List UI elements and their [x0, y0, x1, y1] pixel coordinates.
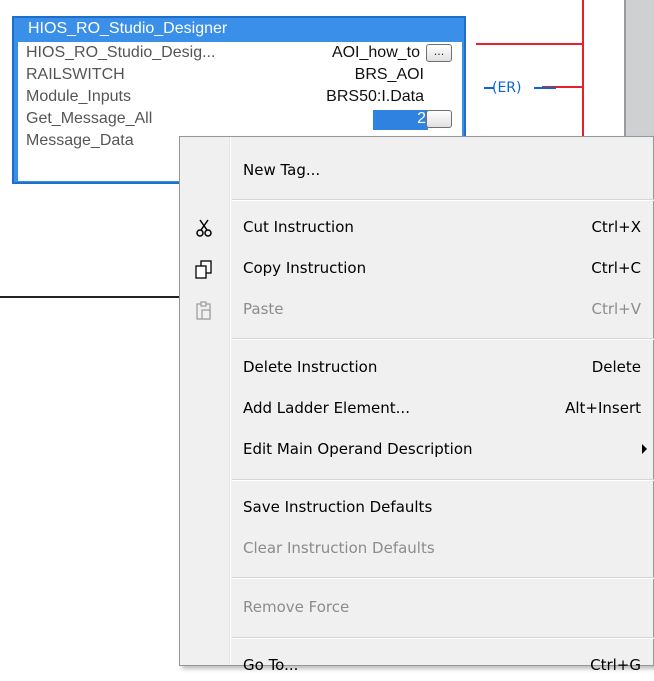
- menu-item-remove-force[interactable]: Remove Force: [180, 593, 654, 623]
- browse-button[interactable]: ...: [426, 44, 452, 62]
- menu-item-copy-instruction[interactable]: Copy Instruction Ctrl+C: [180, 254, 654, 284]
- aoi-row-label: Module_Inputs: [26, 88, 131, 105]
- menu-item-add-ladder-element[interactable]: Add Ladder Element... Alt+Insert: [180, 394, 654, 424]
- menu-item-shortcut: Ctrl+X: [591, 218, 641, 236]
- aoi-row-label: Get_Message_All: [26, 110, 153, 127]
- aoi-row-label: Message_Data: [26, 132, 134, 149]
- submenu-arrow-icon: [642, 444, 647, 454]
- menu-separator: [232, 637, 654, 639]
- menu-separator: [232, 479, 654, 481]
- menu-item-label: Copy Instruction: [243, 259, 367, 277]
- menu-item-label: Paste: [243, 300, 284, 318]
- menu-separator: [232, 199, 654, 201]
- menu-item-shortcut: Ctrl+G: [590, 656, 641, 674]
- menu-item-shortcut: Alt+Insert: [565, 399, 641, 417]
- context-menu: New Tag... Cut Instruction Ctrl+X Copy I…: [179, 136, 654, 674]
- browse-button[interactable]: [426, 110, 452, 128]
- output-coil-er[interactable]: (ER): [484, 75, 556, 101]
- menu-item-clear-instruction-defaults[interactable]: Clear Instruction Defaults: [180, 534, 654, 564]
- menu-item-cut-instruction[interactable]: Cut Instruction Ctrl+X: [180, 213, 654, 243]
- aoi-row-value[interactable]: 2: [417, 108, 426, 130]
- copy-icon: [193, 258, 215, 280]
- aoi-row-value[interactable]: BRS_AOI: [355, 64, 424, 86]
- menu-item-edit-main-operand-description[interactable]: Edit Main Operand Description: [180, 435, 654, 465]
- menu-separator: [232, 338, 654, 340]
- rung-wire-lower: [0, 296, 180, 298]
- menu-item-label: Edit Main Operand Description: [243, 440, 473, 458]
- right-scroll-strip: [624, 0, 654, 145]
- menu-item-label: Save Instruction Defaults: [243, 498, 433, 516]
- menu-separator: [232, 577, 654, 579]
- menu-item-delete-instruction[interactable]: Delete Instruction Delete: [180, 353, 654, 383]
- menu-item-shortcut: Ctrl+C: [591, 259, 641, 277]
- menu-item-label: Add Ladder Element...: [243, 399, 410, 417]
- aoi-row-value[interactable]: AOI_how_to: [332, 42, 420, 64]
- menu-item-label: Delete Instruction: [243, 358, 378, 376]
- power-rail-right: [582, 0, 584, 145]
- aoi-row-label: RAILSWITCH: [26, 66, 125, 83]
- menu-item-label: Go To...: [243, 656, 299, 674]
- menu-item-shortcut: Delete: [591, 358, 641, 376]
- aoi-title: HIOS_RO_Studio_Designer: [28, 20, 228, 37]
- aoi-row-value[interactable]: BRS50:I.Data: [326, 86, 424, 108]
- menu-item-new-tag[interactable]: New Tag...: [180, 156, 654, 186]
- coil-label: (ER): [492, 80, 522, 96]
- rung-wire-top: [476, 43, 584, 45]
- menu-item-label: New Tag...: [243, 161, 321, 179]
- menu-item-go-to[interactable]: Go To... Ctrl+G: [180, 651, 654, 681]
- menu-item-paste[interactable]: Paste Ctrl+V: [180, 295, 654, 325]
- coil-wire-right: [534, 87, 556, 89]
- menu-item-shortcut: Ctrl+V: [591, 300, 641, 318]
- scissors-icon: [193, 217, 215, 239]
- menu-item-save-instruction-defaults[interactable]: Save Instruction Defaults: [180, 493, 654, 523]
- menu-item-label: Remove Force: [243, 598, 350, 616]
- menu-item-label: Cut Instruction: [243, 218, 354, 236]
- aoi-row-label: HIOS_RO_Studio_Desig...: [26, 44, 216, 61]
- menu-item-label: Clear Instruction Defaults: [243, 539, 435, 557]
- paste-icon: [193, 299, 215, 321]
